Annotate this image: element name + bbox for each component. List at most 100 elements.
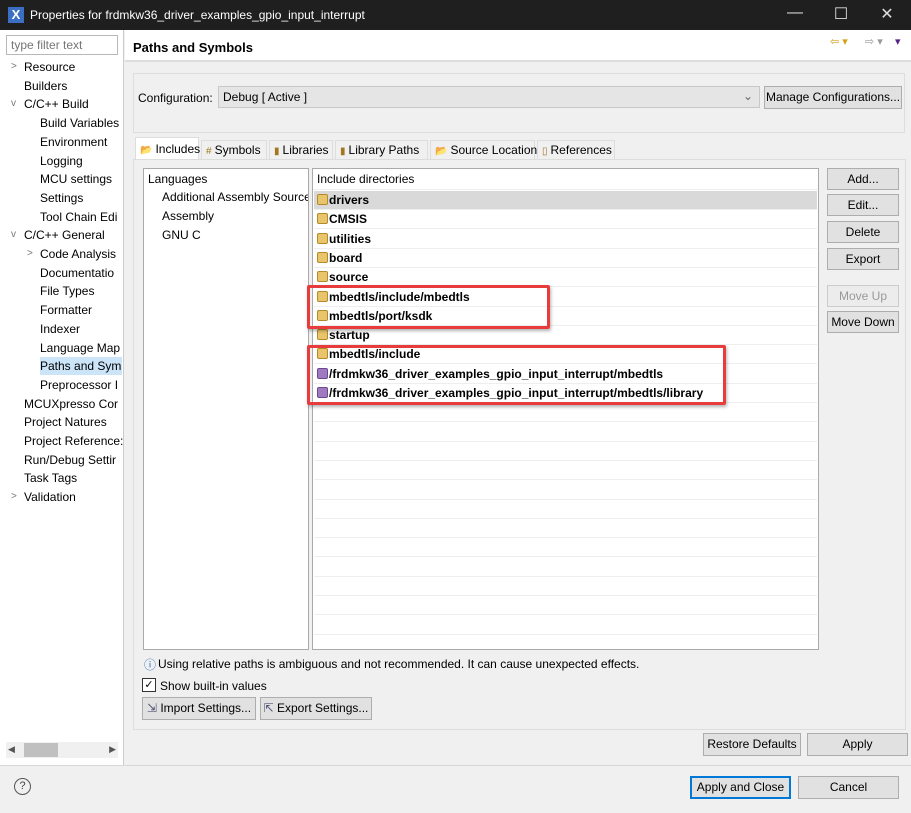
show-builtin-checkbox[interactable]: ✓ [142,678,156,692]
tab-icon: ▯ [542,146,548,157]
restore-defaults-button[interactable]: Restore Defaults [703,733,801,756]
chevron-down-icon: ⌄ [742,89,753,103]
configuration-value: Debug [ Active ] [223,90,308,104]
add-button[interactable]: Add... [827,168,899,190]
sidebar-item[interactable]: Builders [24,77,122,95]
horizontal-scrollbar[interactable]: ◀ ▶ [6,742,118,758]
chevron-down-icon[interactable]: v [11,98,16,109]
sidebar-item[interactable]: Preprocessor I [40,376,122,394]
sidebar-item[interactable]: Task Tags [24,469,122,487]
sidebar-item[interactable]: Documentatio [40,264,122,282]
close-button[interactable]: ✕ [872,4,902,24]
chevron-right-icon[interactable]: > [11,61,17,72]
import-settings-label: Import Settings... [160,701,252,715]
tab-icon: # [206,146,212,157]
move-down-button[interactable]: Move Down [827,311,899,333]
scrollbar-thumb[interactable] [24,743,58,757]
empty-row [314,577,817,596]
sidebar-item[interactable]: C/C++ General [24,226,122,244]
chevron-down-icon[interactable]: v [11,229,16,240]
export-button[interactable]: Export [827,248,899,270]
back-button[interactable]: ⇦ ▾ [830,35,848,48]
delete-button[interactable]: Delete [827,221,899,243]
edit-button[interactable]: Edit... [827,194,899,216]
sidebar-item[interactable]: Project Reference: [24,432,124,450]
cancel-button[interactable]: Cancel [798,776,899,799]
import-settings-button[interactable]: ⇲ Import Settings... [142,697,256,720]
language-item[interactable]: Additional Assembly Source [144,189,308,208]
apply-button[interactable]: Apply [807,733,908,756]
empty-row [314,635,817,654]
sidebar-item[interactable]: Project Natures [24,413,122,431]
sidebar-item[interactable]: Language Map [40,339,122,357]
chevron-right-icon[interactable]: > [11,491,17,502]
include-directories-table[interactable]: Include directories drivers CMSIS utilitie… [312,168,819,654]
minimize-button[interactable]: — [780,4,810,22]
sidebar-item[interactable]: Validation [24,488,122,506]
sidebar-item[interactable]: Run/Debug Settir [24,451,122,469]
configuration-label: Configuration: [138,91,213,105]
filter-input[interactable] [6,35,118,55]
sidebar-item[interactable]: Indexer [40,320,122,338]
apply-and-close-button[interactable]: Apply and Close [690,776,791,799]
include-directory-row[interactable]: CMSIS [314,210,817,230]
tab-libraries[interactable]: ▮ Libraries [269,140,333,159]
languages-list[interactable]: Languages Additional Assembly Source Asse… [143,168,309,650]
empty-row [314,519,817,539]
page-header: Paths and Symbols ⇦ ▾ ⇨ ▾ ▾ [125,30,911,62]
sidebar-item[interactable]: Formatter [40,301,122,319]
sidebar-item[interactable]: Paths and Sym [40,357,122,376]
tab-label: References [550,143,612,157]
sidebar-item[interactable]: MCUXpresso Cor [24,395,122,413]
sidebar-item-label: Tool Chain Edi [40,209,118,224]
tab-library-paths[interactable]: ▮ Library Paths [335,140,428,159]
sidebar-item[interactable]: C/C++ Build [24,95,122,113]
configuration-select[interactable]: Debug [ Active ] ⌄ [218,86,760,108]
sidebar-item[interactable]: Logging [40,152,122,170]
sidebar-item[interactable]: Build Variables [40,114,122,132]
window-title: Properties for frdmkw36_driver_examples_… [30,8,365,22]
sidebar-item-label: Project Natures [24,415,107,430]
sidebar-item[interactable]: Tool Chain Edi [40,208,122,226]
tab-references[interactable]: ▯ References [537,140,615,159]
include-directory-row[interactable]: board [314,249,817,268]
include-path: board [329,250,363,265]
sidebar-item-label: Project Reference: [24,434,124,448]
include-path: source [329,270,369,285]
sidebar-item-label: Formatter [40,303,93,318]
sidebar-item[interactable]: MCU settings [40,170,122,188]
include-directory-row[interactable]: utilities [314,230,817,249]
tab-symbols[interactable]: # Symbols [201,140,267,159]
help-icon[interactable]: ? [14,778,31,795]
manage-configurations-button[interactable]: Manage Configurations... [764,86,902,109]
scroll-right-icon[interactable]: ▶ [109,744,116,755]
tab-includes[interactable]: 📂 Includes [135,137,200,160]
sidebar-item[interactable]: Code Analysis [40,245,122,263]
sidebar-item-label: Resource [24,60,76,74]
include-folder-icon [317,194,328,205]
tab-icon: 📂 [435,146,448,157]
view-menu-button[interactable]: ▾ [895,35,901,48]
tab-source-location[interactable]: 📂 Source Location [430,140,537,159]
app-icon: X [8,7,24,23]
sidebar-item[interactable]: Settings [40,189,122,207]
tab-label: Symbols [214,143,261,157]
forward-button[interactable]: ⇨ ▾ [865,35,883,48]
include-directory-row[interactable]: drivers [314,191,817,210]
include-directories-header: Include directories [313,169,818,190]
language-item[interactable]: GNU C [144,227,308,246]
export-settings-button[interactable]: ⇱ Export Settings... [260,697,372,720]
sidebar-item-label: Code Analysis [40,247,117,261]
sidebar-item[interactable]: File Types [40,282,122,300]
sidebar-item[interactable]: Environment [40,133,122,151]
chevron-right-icon[interactable]: > [27,248,33,259]
move-up-button[interactable]: Move Up [827,285,899,307]
language-item[interactable]: Assembly [144,208,308,227]
maximize-button[interactable]: ☐ [826,4,856,24]
export-settings-label: Export Settings... [277,701,369,715]
tab-icon: ▮ [340,146,346,157]
include-path: drivers [329,193,370,207]
scroll-left-icon[interactable]: ◀ [8,744,15,755]
sidebar-item-label: C/C++ General [24,228,105,243]
sidebar-item[interactable]: Resource [24,58,122,76]
